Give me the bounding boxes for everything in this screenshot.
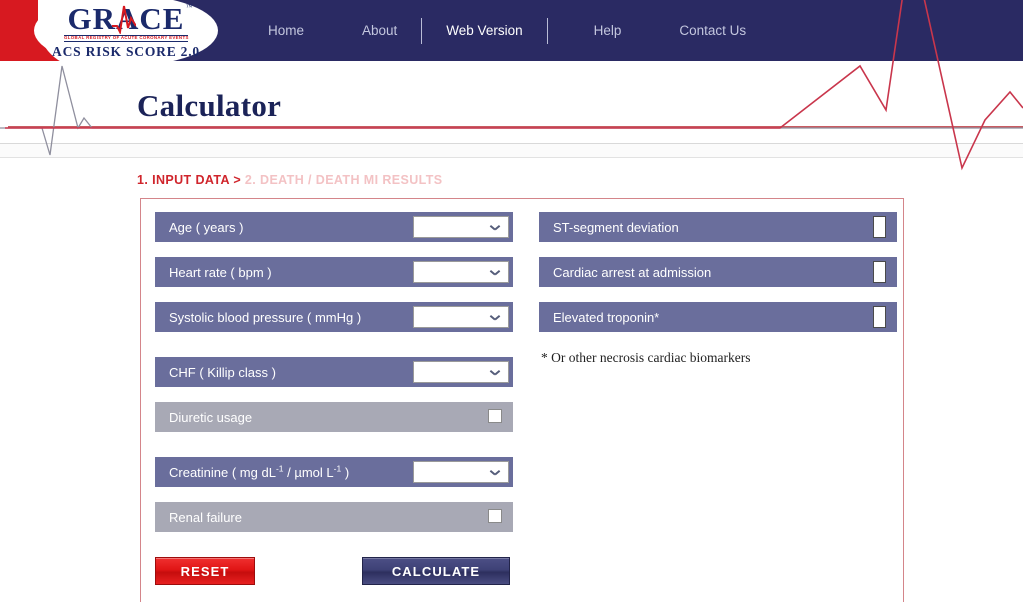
form-column-left: Age ( years ) Heart rate ( bpm ) Systoli…	[155, 212, 513, 532]
logo-text-group: GRACE ™ GLOBAL REGISTRY OF ACUTE CORONAR…	[34, 0, 218, 61]
creatinine-label-mid: / µmol L	[283, 464, 334, 480]
field-row-diuretic-usage: Diuretic usage	[155, 402, 513, 432]
field-row-cardiac-arrest-at-admission[interactable]: Cardiac arrest at admission	[539, 257, 897, 287]
field-label-chf-killip-class: CHF ( Killip class )	[169, 364, 276, 380]
breadcrumb: 1. INPUT DATA > 2. DEATH / DEATH MI RESU…	[137, 173, 443, 187]
systolic-blood-pressure-select[interactable]	[413, 306, 509, 328]
field-label-age: Age ( years )	[169, 219, 244, 235]
nav-item-home[interactable]: Home	[250, 23, 322, 38]
logo-trademark: ™	[185, 2, 194, 11]
logo-subtitle: GLOBAL REGISTRY OF ACUTE CORONARY EVENTS	[64, 34, 189, 42]
nav-item-about[interactable]: About	[344, 23, 415, 38]
form-actions: RESET CALCULATE	[155, 557, 635, 587]
field-label-creatinine: Creatinine ( mg dL-1 / µmol L-1 )	[155, 463, 350, 480]
nav-separator-left	[421, 17, 423, 44]
field-row-heart-rate[interactable]: Heart rate ( bpm )	[155, 257, 513, 287]
nav-separator-right	[546, 17, 548, 44]
creatinine-label-end: )	[341, 464, 350, 480]
chevron-down-icon	[491, 270, 499, 275]
page-root: Home About Web Version Help Contact Us G…	[0, 0, 1023, 602]
field-row-renal-failure: Renal failure	[155, 502, 513, 532]
field-label-cardiac-arrest-at-admission: Cardiac arrest at admission	[553, 264, 712, 280]
field-row-age[interactable]: Age ( years )	[155, 212, 513, 242]
elevated-troponin-checkbox[interactable]	[873, 306, 886, 328]
field-row-creatinine[interactable]: Creatinine ( mg dL-1 / µmol L-1 )	[155, 457, 513, 487]
nav-item-contact-us[interactable]: Contact Us	[661, 23, 764, 38]
creatinine-label-part1: Creatinine ( mg dL	[169, 464, 276, 480]
chevron-down-icon	[491, 225, 499, 230]
form-column-right: ST-segment deviation Cardiac arrest at a…	[539, 212, 897, 366]
cardiac-arrest-at-admission-checkbox[interactable]	[873, 261, 886, 283]
st-segment-deviation-checkbox[interactable]	[873, 216, 886, 238]
chevron-down-icon	[491, 470, 499, 475]
breadcrumb-step-input-data[interactable]: 1. INPUT DATA >	[137, 173, 241, 187]
nav-item-web-version[interactable]: Web Version	[428, 23, 540, 38]
field-label-heart-rate: Heart rate ( bpm )	[169, 264, 272, 280]
logo-brand-label: GRACE	[67, 0, 185, 36]
field-label-renal-failure: Renal failure	[169, 509, 242, 525]
age-select[interactable]	[413, 216, 509, 238]
calculate-button[interactable]: CALCULATE	[362, 557, 510, 585]
heart-rate-select[interactable]	[413, 261, 509, 283]
field-label-st-segment-deviation: ST-segment deviation	[553, 219, 679, 235]
breadcrumb-step-results[interactable]: 2. DEATH / DEATH MI RESULTS	[245, 173, 443, 187]
creatinine-select[interactable]	[413, 461, 509, 483]
troponin-footnote: * Or other necrosis cardiac biomarkers	[541, 350, 751, 365]
calculator-form-panel: Age ( years ) Heart rate ( bpm ) Systoli…	[140, 198, 904, 602]
grace-logo[interactable]: GRACE ™ GLOBAL REGISTRY OF ACUTE CORONAR…	[0, 0, 228, 61]
main-navigation: Home About Web Version Help Contact Us	[250, 0, 764, 61]
field-label-diuretic-usage: Diuretic usage	[169, 409, 253, 425]
nav-item-help[interactable]: Help	[576, 23, 640, 38]
gray-divider-rule	[0, 143, 1023, 144]
decorative-band	[0, 144, 1023, 158]
field-label-systolic-blood-pressure: Systolic blood pressure ( mmHg )	[169, 309, 362, 325]
red-divider-rule	[8, 126, 1023, 128]
renal-failure-checkbox	[488, 509, 502, 523]
page-title: Calculator	[137, 88, 282, 123]
field-row-elevated-troponin[interactable]: Elevated troponin*	[539, 302, 897, 332]
chevron-down-icon	[491, 315, 499, 320]
chf-killip-class-select[interactable]	[413, 361, 509, 383]
creatinine-sup-1: -1	[275, 463, 284, 474]
logo-brand-text: GRACE ™	[67, 0, 192, 36]
field-row-st-segment-deviation[interactable]: ST-segment deviation	[539, 212, 897, 242]
field-label-elevated-troponin: Elevated troponin*	[553, 309, 660, 325]
field-row-systolic-blood-pressure[interactable]: Systolic blood pressure ( mmHg )	[155, 302, 513, 332]
logo-tagline: ACS RISK SCORE 2.0	[52, 43, 200, 59]
diuretic-usage-checkbox	[488, 409, 502, 423]
field-row-chf-killip-class[interactable]: CHF ( Killip class )	[155, 357, 513, 387]
chevron-down-icon	[491, 370, 499, 375]
reset-button[interactable]: RESET	[155, 557, 255, 585]
